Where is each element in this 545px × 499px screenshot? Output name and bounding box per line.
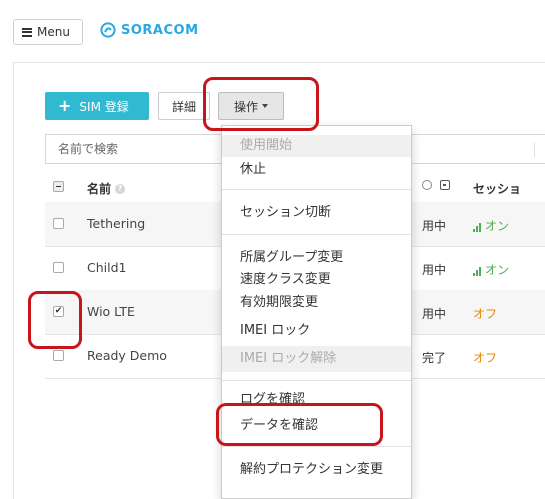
help-icon: ? <box>115 183 126 194</box>
row-checkbox[interactable] <box>53 218 64 229</box>
plus-icon: + <box>58 96 72 115</box>
sim-name: Tethering <box>87 216 146 231</box>
caret-down-icon <box>262 104 268 108</box>
session-status: オフ <box>473 305 497 322</box>
menu-item-change-speed-class[interactable]: 速度クラス変更 <box>222 269 411 291</box>
menu-item-disconnect-session[interactable]: セッション切断 <box>222 202 411 224</box>
session-label: オフ <box>473 307 498 321</box>
session-status: オフ <box>473 349 497 366</box>
menu-item-imei-lock[interactable]: IMEI ロック <box>222 320 411 342</box>
menu-item-imei-unlock: IMEI ロック解除 <box>222 346 411 372</box>
operations-dropdown-button[interactable]: 操作 <box>218 92 284 120</box>
session-label: オン <box>485 219 510 233</box>
name-column-header[interactable]: 名前 ? <box>87 180 126 197</box>
sim-register-button[interactable]: + SIM 登録 <box>45 92 149 120</box>
menu-divider <box>222 446 411 447</box>
logo-text: SORACOM <box>121 22 199 38</box>
soracom-logo-icon <box>100 22 116 38</box>
menu-item-suspend[interactable]: 休止 <box>222 159 411 181</box>
name-header-label: 名前 <box>87 182 112 196</box>
column-toggle-icon[interactable] <box>440 180 450 190</box>
select-all-checkbox[interactable] <box>53 181 64 192</box>
operations-menu: 使用開始 休止 セッション切断 所属グループ変更 速度クラス変更 有効期限変更 … <box>221 125 412 499</box>
menu-label: Menu <box>37 25 70 39</box>
info-icon <box>422 180 432 190</box>
detail-button[interactable]: 詳細 <box>158 92 210 120</box>
menu-item-start-use: 使用開始 <box>222 135 411 157</box>
menu-item-view-data[interactable]: データを確認 <box>222 415 411 437</box>
sim-status: 完了 <box>422 351 447 365</box>
sim-status: 用中 <box>422 219 447 233</box>
session-column-header[interactable]: セッショ <box>473 180 521 197</box>
soracom-logo[interactable]: SORACOM <box>100 22 199 38</box>
sim-name: Wio LTE <box>87 304 135 319</box>
hamburger-icon <box>22 27 32 37</box>
row-checkbox[interactable] <box>53 350 64 361</box>
menu-item-change-expiry[interactable]: 有効期限変更 <box>222 292 411 314</box>
session-label: オン <box>485 263 510 277</box>
sim-name: Child1 <box>87 260 127 275</box>
menu-button[interactable]: Menu <box>13 19 83 45</box>
row-checkbox-checked[interactable]: ✔ <box>53 306 64 317</box>
session-label: オフ <box>473 351 498 365</box>
search-right-segment <box>408 134 545 164</box>
menu-divider <box>222 189 411 190</box>
row-checkbox[interactable] <box>53 262 64 273</box>
sim-register-label: SIM 登録 <box>79 99 129 114</box>
menu-item-change-group[interactable]: 所属グループ変更 <box>222 247 411 269</box>
signal-icon <box>473 266 481 276</box>
search-input[interactable] <box>45 134 225 164</box>
sim-status: 用中 <box>422 307 447 321</box>
session-status: オン <box>473 261 509 278</box>
session-status: オン <box>473 217 509 234</box>
menu-divider <box>222 380 411 381</box>
menu-divider <box>222 234 411 235</box>
menu-item-change-termination-protection[interactable]: 解約プロテクション変更 <box>222 459 411 481</box>
signal-icon <box>473 222 481 232</box>
detail-label: 詳細 <box>171 99 196 114</box>
status-header-icons <box>422 180 450 190</box>
operations-label: 操作 <box>233 99 258 114</box>
search-right-edge <box>534 143 535 157</box>
sim-status: 用中 <box>422 263 447 277</box>
menu-item-view-logs[interactable]: ログを確認 <box>222 389 411 411</box>
top-bar: Menu SORACOM <box>0 0 545 62</box>
sim-name: Ready Demo <box>87 348 167 363</box>
